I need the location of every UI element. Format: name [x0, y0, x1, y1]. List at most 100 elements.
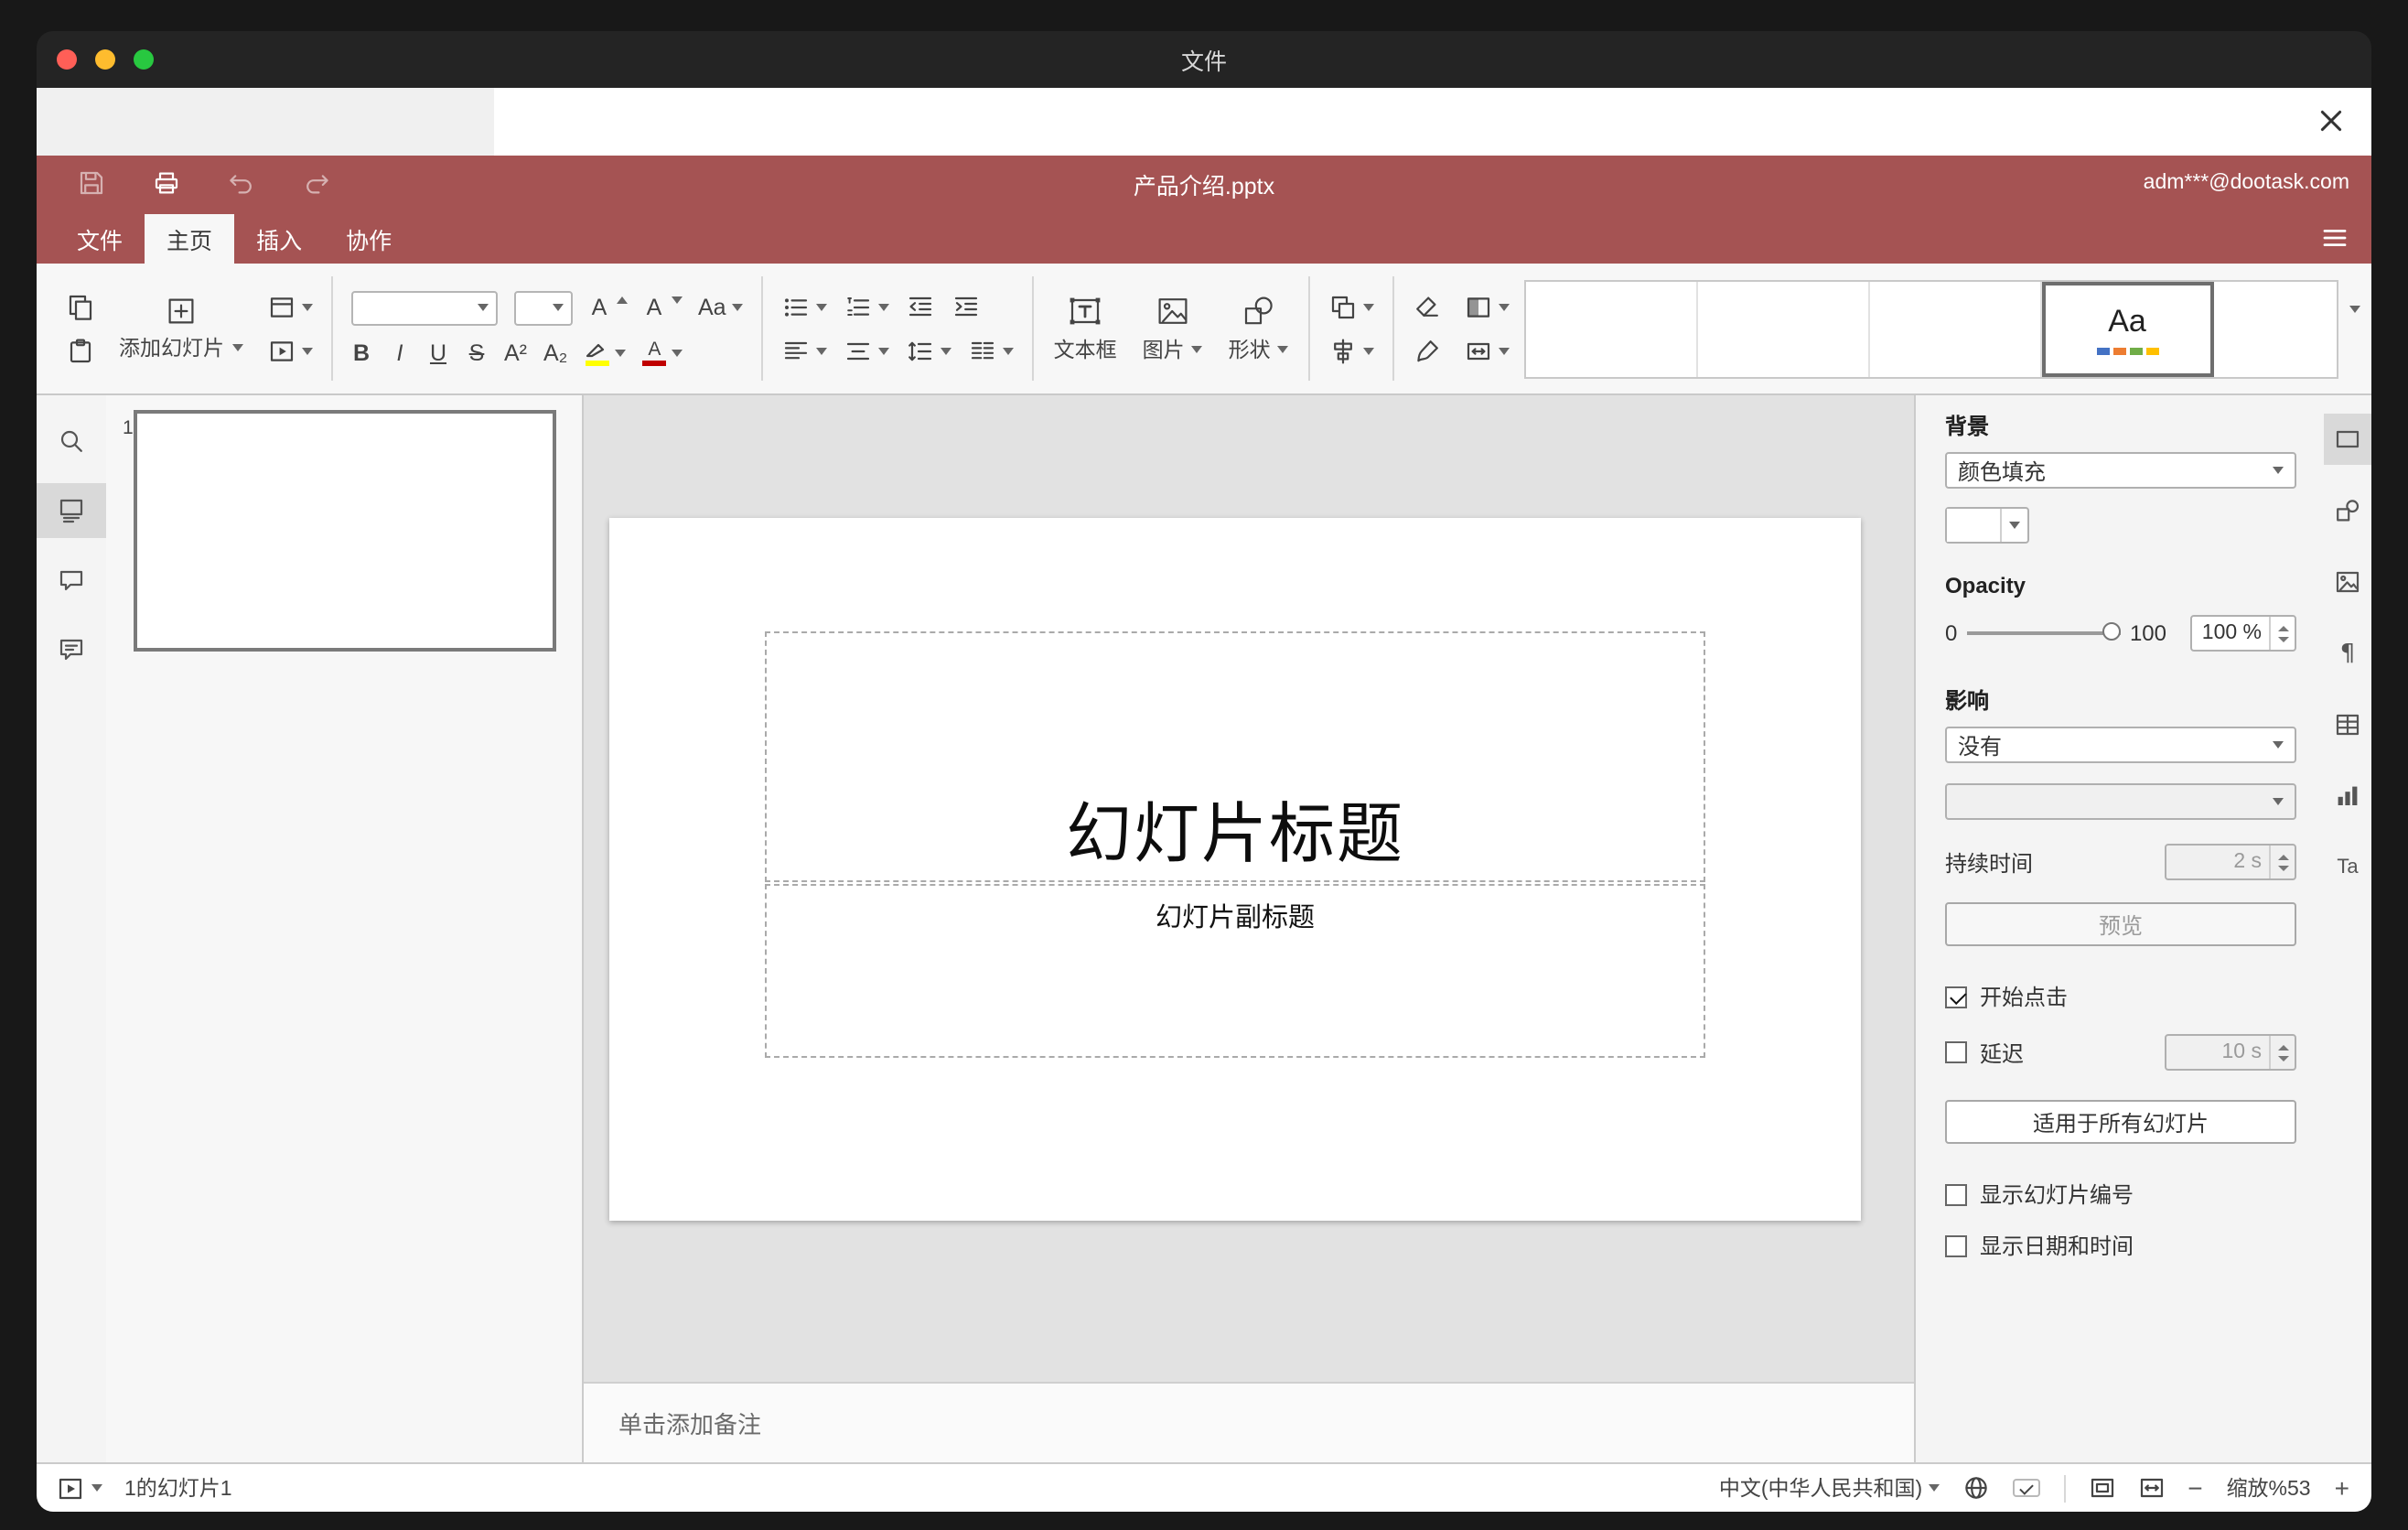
- preview-button[interactable]: 预览: [1945, 902, 2296, 946]
- spellcheck-toggle[interactable]: [2012, 1479, 2040, 1497]
- color-scheme-icon: [1465, 292, 1494, 321]
- copy-style-icon[interactable]: [1414, 336, 1443, 365]
- paragraph-settings-tab[interactable]: ¶: [2324, 628, 2371, 679]
- arrange-shape-button[interactable]: [1329, 292, 1375, 321]
- textart-settings-tab[interactable]: Ta: [2324, 842, 2371, 893]
- start-slideshow-button[interactable]: [266, 336, 312, 365]
- horizontal-align-button[interactable]: [781, 336, 827, 365]
- theme-option-3[interactable]: [1870, 281, 2042, 376]
- decrease-indent-icon[interactable]: [906, 292, 935, 321]
- increase-font-button[interactable]: A: [588, 296, 627, 321]
- close-preview-icon[interactable]: [2315, 104, 2348, 137]
- slide-settings-tab[interactable]: [2324, 414, 2371, 465]
- delay-checkbox[interactable]: 延迟: [1945, 1037, 2024, 1068]
- highlight-color-button[interactable]: [584, 340, 627, 366]
- tab-file[interactable]: 文件: [55, 214, 145, 264]
- underline-button[interactable]: U: [427, 340, 449, 366]
- start-slideshow-status-button[interactable]: [59, 1476, 102, 1500]
- slide-1[interactable]: 幻灯片标题 幻灯片副标题: [609, 518, 1861, 1221]
- print-icon[interactable]: [152, 168, 181, 198]
- change-case-button[interactable]: Aa: [698, 296, 743, 321]
- theme-gallery-expand-icon[interactable]: [2349, 305, 2360, 345]
- globe-icon[interactable]: [1962, 1475, 1988, 1501]
- language-select[interactable]: 中文(中华人民共和国): [1718, 1473, 1940, 1503]
- zoom-in-button[interactable]: +: [2335, 1475, 2349, 1501]
- highlight-pen-icon: [584, 340, 609, 359]
- notes-placeholder: 单击添加备注: [618, 1411, 762, 1438]
- numbering-button[interactable]: [844, 292, 889, 321]
- chart-settings-tab[interactable]: [2324, 770, 2371, 822]
- clear-style-icon[interactable]: [1414, 292, 1443, 321]
- fill-color-select[interactable]: [1945, 507, 2029, 544]
- duration-spinner[interactable]: 2 s: [2165, 844, 2296, 880]
- italic-button[interactable]: I: [389, 340, 411, 366]
- clipboard-group: [55, 264, 106, 393]
- show-slide-number-checkbox[interactable]: 显示幻灯片编号: [1945, 1179, 2296, 1210]
- slide-canvas[interactable]: 幻灯片标题 幻灯片副标题: [584, 395, 1914, 1382]
- font-color-button[interactable]: A: [642, 339, 683, 367]
- columns-button[interactable]: [968, 336, 1014, 365]
- undo-icon[interactable]: [227, 168, 256, 198]
- decrease-font-button[interactable]: A: [643, 296, 682, 321]
- align-shape-button[interactable]: [1329, 336, 1375, 365]
- theme-option-2[interactable]: [1698, 281, 1870, 376]
- add-slide-button[interactable]: 添加幻灯片: [106, 264, 255, 393]
- left-icon-rail: [37, 395, 106, 1462]
- vertical-align-button[interactable]: [844, 336, 889, 365]
- opacity-spinner[interactable]: 100 %: [2190, 615, 2296, 652]
- insert-image-button[interactable]: 图片: [1130, 264, 1216, 393]
- chat-panel-button[interactable]: [37, 622, 106, 677]
- paste-icon[interactable]: [66, 336, 95, 365]
- effect-type-select-disabled[interactable]: [1945, 783, 2296, 820]
- image-settings-icon: [2333, 567, 2362, 597]
- strikeout-button[interactable]: S: [466, 340, 488, 366]
- line-spacing-button[interactable]: [906, 336, 951, 365]
- increase-indent-icon[interactable]: [951, 292, 981, 321]
- slides-panel-button[interactable]: [37, 483, 106, 538]
- comments-panel-button[interactable]: [37, 553, 106, 608]
- insert-shape-button[interactable]: 形状: [1216, 264, 1302, 393]
- font-size-combo[interactable]: [513, 290, 572, 326]
- image-settings-tab[interactable]: [2324, 556, 2371, 608]
- redo-icon[interactable]: [302, 168, 331, 198]
- fit-width-icon[interactable]: [2138, 1475, 2164, 1501]
- language-label: 中文(中华人民共和国): [1718, 1479, 1923, 1501]
- hamburger-menu-icon[interactable]: [2320, 223, 2349, 253]
- font-name-combo[interactable]: [350, 290, 497, 326]
- theme-option-4-selected[interactable]: Aa: [2042, 281, 2214, 376]
- change-layout-button[interactable]: [266, 292, 312, 321]
- copy-icon[interactable]: [66, 292, 95, 321]
- effect-select[interactable]: 没有: [1945, 727, 2296, 763]
- table-settings-tab[interactable]: [2324, 699, 2371, 750]
- slide-thumbnail-1[interactable]: [134, 410, 556, 652]
- search-panel-button[interactable]: [37, 414, 106, 469]
- fill-type-select[interactable]: 颜色填充: [1945, 452, 2296, 489]
- chat-icon: [57, 635, 86, 664]
- title-placeholder[interactable]: 幻灯片标题: [765, 631, 1705, 882]
- color-scheme-button[interactable]: [1465, 292, 1510, 321]
- show-date-time-checkbox[interactable]: 显示日期和时间: [1945, 1230, 2296, 1261]
- shape-settings-tab[interactable]: [2324, 485, 2371, 536]
- tab-collaboration[interactable]: 协作: [324, 214, 414, 264]
- notes-area[interactable]: 单击添加备注: [584, 1382, 1914, 1462]
- subtitle-placeholder[interactable]: 幻灯片副标题: [765, 884, 1705, 1058]
- effect-label: 影响: [1945, 688, 1990, 714]
- delay-spinner[interactable]: 10 s: [2165, 1034, 2296, 1071]
- apply-to-all-slides-button[interactable]: 适用于所有幻灯片: [1945, 1100, 2296, 1144]
- tab-home[interactable]: 主页: [145, 214, 235, 264]
- start-on-click-checkbox[interactable]: 开始点击: [1945, 981, 2296, 1012]
- save-icon[interactable]: [77, 168, 106, 198]
- opacity-slider[interactable]: [1966, 622, 2121, 641]
- subscript-button[interactable]: A₂: [543, 340, 567, 366]
- slide-size-button[interactable]: [1465, 336, 1510, 365]
- textart-settings-icon: Ta: [2337, 857, 2359, 878]
- insert-textbox-button[interactable]: 文本框: [1041, 264, 1130, 393]
- theme-option-1[interactable]: [1526, 281, 1698, 376]
- opacity-slider-knob[interactable]: [2102, 622, 2121, 641]
- zoom-out-button[interactable]: −: [2188, 1475, 2202, 1501]
- bold-button[interactable]: B: [350, 340, 372, 366]
- fit-slide-icon[interactable]: [2089, 1475, 2114, 1501]
- tab-insert[interactable]: 插入: [234, 214, 324, 264]
- superscript-button[interactable]: A²: [504, 340, 527, 366]
- bullets-button[interactable]: [781, 292, 827, 321]
